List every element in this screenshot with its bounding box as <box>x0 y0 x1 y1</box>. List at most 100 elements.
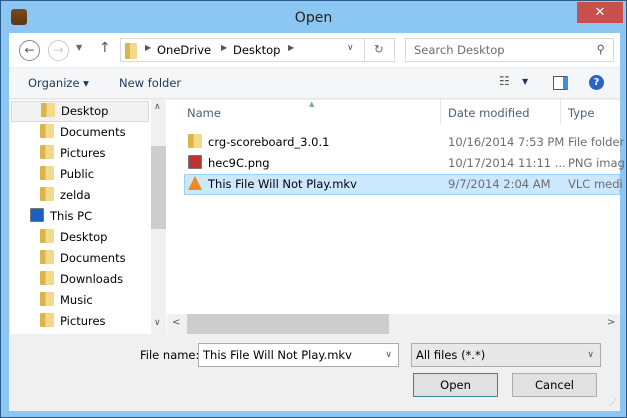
file-list: ▲ Name Date modified Type crg-scoreboard… <box>167 100 625 314</box>
nav-pane-scrollbar[interactable]: ∧ ∨ <box>151 100 166 334</box>
nav-item-label: Pictures <box>60 146 106 160</box>
nav-item-label: Documents <box>60 125 126 139</box>
recent-dropdown-icon[interactable]: ▼ <box>76 43 82 52</box>
window-title: Open <box>294 10 333 26</box>
file-list-horizontal-scrollbar[interactable]: < > <box>167 314 620 334</box>
address-dropdown-icon[interactable]: ∨ <box>347 43 354 53</box>
nav-item-pc-documents[interactable]: Documents <box>40 248 126 269</box>
filename-input[interactable]: This File Will Not Play.mkv ∨ <box>198 343 399 367</box>
preview-pane-icon[interactable] <box>553 76 568 90</box>
nav-item-pictures[interactable]: Pictures <box>40 143 106 164</box>
folder-icon <box>40 166 54 180</box>
nav-item-label: Desktop <box>61 104 109 118</box>
back-button[interactable]: ← <box>19 40 40 61</box>
search-icon[interactable]: ⚲ <box>597 42 605 56</box>
file-row-selected[interactable]: This File Will Not Play.mkv 9/7/2014 2:0… <box>184 174 623 195</box>
nav-item-label: zelda <box>60 188 91 202</box>
file-type: File folder <box>568 135 625 149</box>
file-date: 10/17/2014 11:11 ... <box>448 156 566 170</box>
image-file-icon <box>188 155 202 169</box>
nav-item-label: Pictures <box>60 314 106 328</box>
cancel-button[interactable]: Cancel <box>512 373 597 397</box>
nav-item-pc-desktop[interactable]: Desktop <box>40 227 107 248</box>
nav-item-label: Music <box>60 293 93 307</box>
nav-item-this-pc[interactable]: This PC <box>30 206 92 227</box>
column-header-date[interactable]: Date modified <box>448 106 530 120</box>
computer-icon <box>30 208 44 222</box>
chevron-down-icon[interactable]: ∨ <box>385 344 392 366</box>
nav-item-label: Desktop <box>60 230 108 244</box>
open-dialog: Open ✕ ← → ▼ ↑ ▶ OneDrive ▶ Desktop ▶ ∨ … <box>0 0 627 418</box>
column-divider[interactable] <box>560 100 561 124</box>
pictures-folder-icon <box>40 313 54 327</box>
folder-icon <box>40 187 54 201</box>
open-button[interactable]: Open <box>413 373 498 397</box>
chevron-down-icon: ∨ <box>587 350 594 360</box>
scrollbar-thumb[interactable] <box>151 146 166 229</box>
folder-icon <box>125 43 137 59</box>
documents-folder-icon <box>40 250 54 264</box>
nav-item-public[interactable]: Public <box>40 164 94 185</box>
file-type: PNG imag <box>568 156 625 170</box>
scroll-down-icon[interactable]: ∨ <box>154 318 161 328</box>
file-name: hec9C.png <box>208 156 270 170</box>
column-header-type[interactable]: Type <box>568 106 594 120</box>
resize-grip-icon[interactable]: ⋰ <box>609 398 617 407</box>
refresh-icon[interactable]: ↻ <box>374 42 384 56</box>
address-bar[interactable]: ▶ OneDrive ▶ Desktop ▶ ∨ ↻ <box>120 38 395 62</box>
file-row[interactable]: crg-scoreboard_3.0.1 10/16/2014 7:53 PM … <box>184 132 624 153</box>
navigation-bar: ← → ▼ ↑ ▶ OneDrive ▶ Desktop ▶ ∨ ↻ Searc… <box>9 33 620 67</box>
view-dropdown-icon[interactable]: ▼ <box>522 77 528 86</box>
folder-icon <box>40 145 54 159</box>
file-date: 10/16/2014 7:53 PM <box>448 135 565 149</box>
close-button[interactable]: ✕ <box>577 2 623 23</box>
music-folder-icon <box>40 292 54 306</box>
scroll-left-icon[interactable]: < <box>172 317 180 328</box>
divider <box>364 39 365 61</box>
column-divider[interactable] <box>440 100 441 124</box>
desktop-folder-icon <box>40 229 54 243</box>
file-date: 9/7/2014 2:04 AM <box>448 177 551 191</box>
file-type-value: All files (*.*) <box>416 348 486 362</box>
folder-icon <box>40 124 54 138</box>
folder-icon <box>41 103 55 117</box>
file-row[interactable]: hec9C.png 10/17/2014 11:11 ... PNG imag <box>184 153 625 174</box>
breadcrumb-desktop[interactable]: Desktop <box>233 43 280 57</box>
nav-item-label: Documents <box>60 251 126 265</box>
column-header-name[interactable]: Name <box>187 106 221 120</box>
nav-item-desktop[interactable]: Desktop <box>11 101 149 122</box>
forward-button[interactable]: → <box>48 40 69 61</box>
scroll-up-icon[interactable]: ∧ <box>154 102 161 112</box>
nav-item-documents[interactable]: Documents <box>40 122 126 143</box>
folder-icon <box>188 134 202 148</box>
nav-item-downloads[interactable]: Downloads <box>40 269 123 290</box>
vlc-file-icon <box>188 176 202 190</box>
nav-item-music[interactable]: Music <box>40 290 93 311</box>
toolbar: Organize ▾ New folder ☷ ▼ ? <box>9 68 620 99</box>
filename-label: File name: <box>140 348 200 362</box>
breadcrumb-onedrive[interactable]: OneDrive <box>157 43 211 57</box>
file-type-select[interactable]: All files (*.*) ∨ <box>411 343 601 367</box>
file-name: crg-scoreboard_3.0.1 <box>208 135 330 149</box>
nav-item-label: This PC <box>50 209 93 223</box>
scroll-right-icon[interactable]: > <box>607 317 615 328</box>
nav-item-pc-pictures[interactable]: Pictures <box>40 311 106 332</box>
navigation-pane: Desktop Documents Pictures Public zelda … <box>10 100 167 334</box>
search-placeholder: Search Desktop <box>414 43 505 57</box>
nav-item-zelda[interactable]: zelda <box>40 185 91 206</box>
chevron-right-icon: ▶ <box>221 43 228 52</box>
chevron-right-icon: ▶ <box>145 43 152 52</box>
file-name: This File Will Not Play.mkv <box>208 177 357 191</box>
dialog-footer: File name: This File Will Not Play.mkv ∨… <box>9 334 620 411</box>
organize-button[interactable]: Organize ▾ <box>28 76 89 90</box>
file-type: VLC medi <box>568 177 623 191</box>
help-icon[interactable]: ? <box>589 75 604 90</box>
new-folder-button[interactable]: New folder <box>119 76 181 90</box>
sort-ascending-icon: ▲ <box>309 100 315 108</box>
view-list-icon[interactable]: ☷ <box>499 74 510 88</box>
up-button[interactable]: ↑ <box>99 40 111 56</box>
search-input[interactable]: Search Desktop ⚲ <box>405 38 614 62</box>
scrollbar-thumb[interactable] <box>187 314 389 334</box>
nav-item-label: Public <box>60 167 95 181</box>
dialog-client: ← → ▼ ↑ ▶ OneDrive ▶ Desktop ▶ ∨ ↻ Searc… <box>9 33 625 411</box>
